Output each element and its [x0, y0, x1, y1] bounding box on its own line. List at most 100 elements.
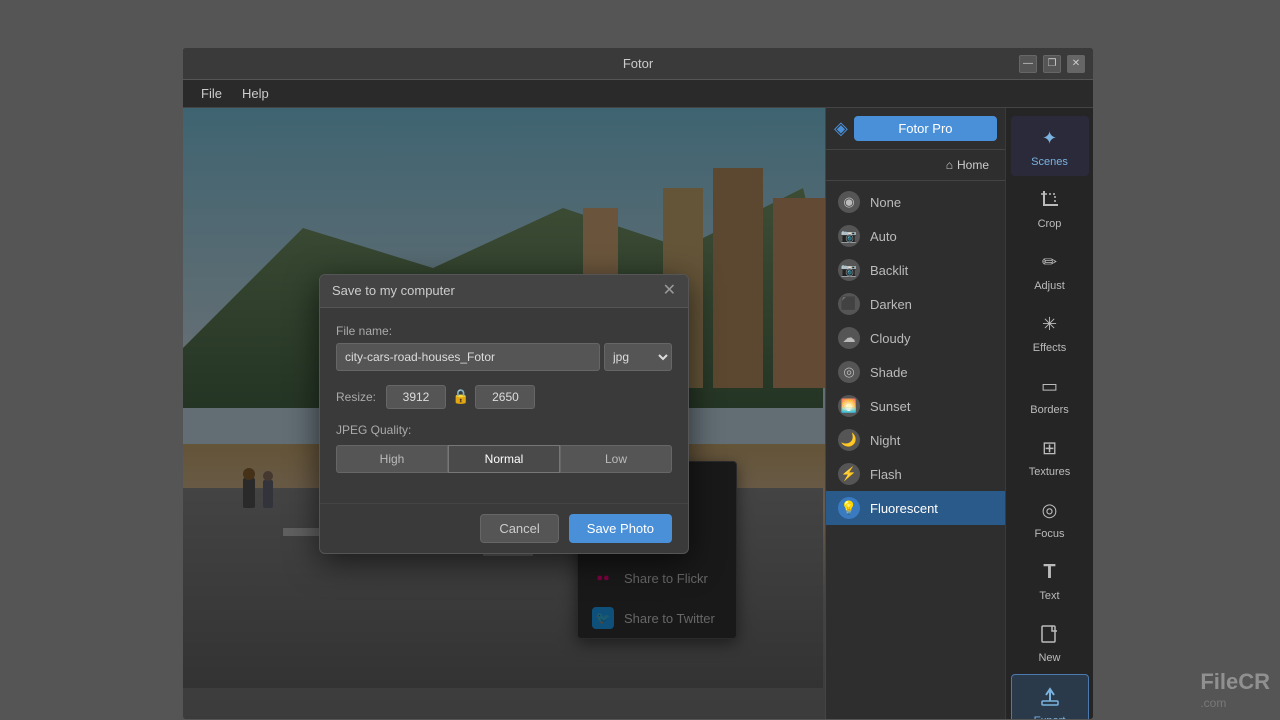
- watermark-text: FileCR: [1200, 669, 1270, 694]
- flash-label: Flash: [870, 467, 902, 482]
- menu-help[interactable]: Help: [232, 84, 279, 103]
- tool-text[interactable]: T Text: [1011, 550, 1089, 610]
- dialog-close-button[interactable]: ✕: [663, 283, 676, 299]
- tool-new[interactable]: New: [1011, 612, 1089, 672]
- menu-file[interactable]: File: [191, 84, 232, 103]
- adjust-icon: ✏: [1036, 248, 1064, 276]
- shade-label: Shade: [870, 365, 908, 380]
- restore-button[interactable]: ❐: [1043, 55, 1061, 73]
- tool-scenes[interactable]: ✦ Scenes: [1011, 116, 1089, 176]
- home-button[interactable]: ⌂ Home: [938, 154, 997, 176]
- cancel-button[interactable]: Cancel: [480, 514, 558, 543]
- effects-icon: ✳: [1036, 310, 1064, 338]
- dialog-footer: Cancel Save Photo: [320, 503, 688, 553]
- filename-label: File name:: [336, 324, 672, 338]
- scenes-label: Scenes: [1031, 156, 1068, 168]
- right-panel: ◈ Fotor Pro ⌂ Home ◉ None 📷 Auto: [825, 108, 1005, 719]
- shade-icon: ◎: [838, 361, 860, 383]
- auto-label: Auto: [870, 229, 897, 244]
- textures-label: Textures: [1029, 466, 1071, 478]
- focus-icon: ◎: [1036, 496, 1064, 524]
- scene-backlit[interactable]: 📷 Backlit: [826, 253, 1005, 287]
- resize-label: Resize:: [336, 390, 376, 404]
- auto-icon: 📷: [838, 225, 860, 247]
- close-button[interactable]: ✕: [1067, 55, 1085, 73]
- photo-area: Save to my computer ✕ File name: jpg png: [183, 108, 825, 719]
- far-right-toolbar: ✦ Scenes Crop ✏ Adjust ✳ Effects: [1005, 108, 1093, 719]
- scene-fluorescent[interactable]: 💡 Fluorescent: [826, 491, 1005, 525]
- dialog-body: File name: jpg png bmp: [320, 308, 688, 503]
- tool-textures[interactable]: ⊞ Textures: [1011, 426, 1089, 486]
- tool-crop[interactable]: Crop: [1011, 178, 1089, 238]
- tool-focus[interactable]: ◎ Focus: [1011, 488, 1089, 548]
- main-window: Fotor — ❐ ✕ File Help: [182, 47, 1094, 720]
- none-label: None: [870, 195, 901, 210]
- night-label: Night: [870, 433, 900, 448]
- tool-adjust[interactable]: ✏ Adjust: [1011, 240, 1089, 300]
- effects-label: Effects: [1033, 342, 1066, 354]
- menubar: File Help: [183, 80, 1093, 108]
- scene-flash[interactable]: ⚡ Flash: [826, 457, 1005, 491]
- tool-borders[interactable]: ▭ Borders: [1011, 364, 1089, 424]
- save-photo-button[interactable]: Save Photo: [569, 514, 672, 543]
- fluorescent-label: Fluorescent: [870, 501, 938, 516]
- titlebar: Fotor — ❐ ✕: [183, 48, 1093, 80]
- tool-export[interactable]: Export: [1011, 674, 1089, 720]
- scene-sunset[interactable]: 🌅 Sunset: [826, 389, 1005, 423]
- dialog-overlay: Save to my computer ✕ File name: jpg png: [183, 108, 825, 719]
- scenes-icon: ✦: [1036, 124, 1064, 152]
- filename-row: File name: jpg png bmp: [336, 324, 672, 371]
- home-icon: ⌂: [946, 158, 953, 172]
- pro-bar: ◈ Fotor Pro: [826, 108, 1005, 150]
- height-input[interactable]: [475, 385, 535, 409]
- night-icon: 🌙: [838, 429, 860, 451]
- save-dialog: Save to my computer ✕ File name: jpg png: [319, 274, 689, 554]
- none-icon: ◉: [838, 191, 860, 213]
- scene-cloudy[interactable]: ☁ Cloudy: [826, 321, 1005, 355]
- scene-list: ◉ None 📷 Auto 📷 Backlit ⬛ Darken ☁ C: [826, 181, 1005, 719]
- new-icon: [1036, 620, 1064, 648]
- dialog-title: Save to my computer: [332, 283, 455, 298]
- scene-night[interactable]: 🌙 Night: [826, 423, 1005, 457]
- textures-icon: ⊞: [1036, 434, 1064, 462]
- new-label: New: [1038, 652, 1060, 664]
- minimize-button[interactable]: —: [1019, 55, 1037, 73]
- dialog-titlebar: Save to my computer ✕: [320, 275, 688, 308]
- borders-icon: ▭: [1036, 372, 1064, 400]
- quality-normal[interactable]: Normal: [448, 445, 560, 473]
- watermark-url: .com: [1200, 696, 1226, 710]
- home-label: Home: [957, 158, 989, 172]
- scene-none[interactable]: ◉ None: [826, 185, 1005, 219]
- width-input[interactable]: [386, 385, 446, 409]
- quality-high[interactable]: High: [336, 445, 448, 473]
- quality-label: JPEG Quality:: [336, 423, 672, 437]
- borders-label: Borders: [1030, 404, 1069, 416]
- crop-icon: [1036, 186, 1064, 214]
- scene-darken[interactable]: ⬛ Darken: [826, 287, 1005, 321]
- text-label: Text: [1039, 590, 1059, 602]
- sunset-label: Sunset: [870, 399, 910, 414]
- focus-label: Focus: [1035, 528, 1065, 540]
- backlit-label: Backlit: [870, 263, 908, 278]
- backlit-icon: 📷: [838, 259, 860, 281]
- scene-shade[interactable]: ◎ Shade: [826, 355, 1005, 389]
- extension-select[interactable]: jpg png bmp: [604, 343, 672, 371]
- pro-button[interactable]: Fotor Pro: [854, 116, 997, 141]
- quality-low[interactable]: Low: [560, 445, 672, 473]
- tool-effects[interactable]: ✳ Effects: [1011, 302, 1089, 362]
- quality-row: JPEG Quality: High Normal Low: [336, 423, 672, 473]
- window-controls: — ❐ ✕: [1019, 55, 1085, 73]
- flash-icon: ⚡: [838, 463, 860, 485]
- adjust-label: Adjust: [1034, 280, 1065, 292]
- resize-row: Resize: 🔒: [336, 385, 672, 409]
- filename-input[interactable]: [336, 343, 600, 371]
- darken-label: Darken: [870, 297, 912, 312]
- darken-icon: ⬛: [838, 293, 860, 315]
- scene-auto[interactable]: 📷 Auto: [826, 219, 1005, 253]
- cloudy-icon: ☁: [838, 327, 860, 349]
- watermark: FileCR .com: [1200, 669, 1270, 710]
- text-icon: T: [1036, 558, 1064, 586]
- fluorescent-icon: 💡: [838, 497, 860, 519]
- cloudy-label: Cloudy: [870, 331, 910, 346]
- export-icon: [1036, 683, 1064, 711]
